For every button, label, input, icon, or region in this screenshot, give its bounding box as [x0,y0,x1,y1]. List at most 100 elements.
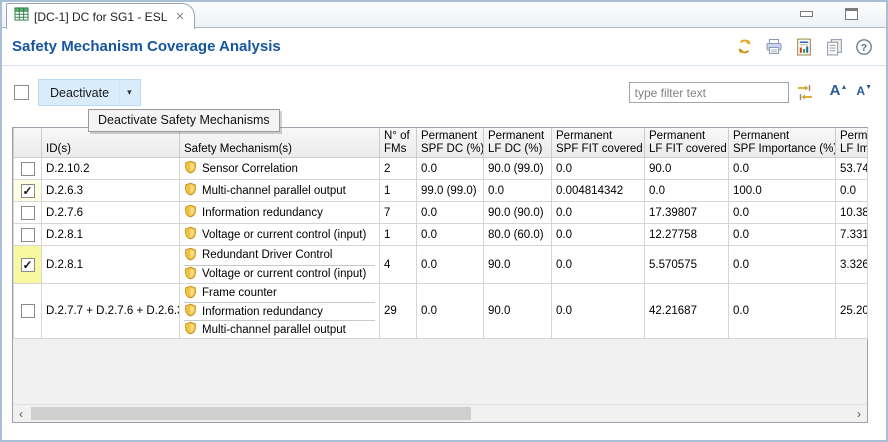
tab-close-icon[interactable]: ✕ [175,10,184,23]
lf-fit-cell: 0.0 [645,180,729,202]
mechanisms-cell: Redundant Driver Control Voltage or curr… [180,246,380,284]
vertical-scrollbar-track[interactable] [874,127,882,423]
mechanisms-cell: Frame counter Information redundancy Mul… [180,284,380,339]
col-header-mechanisms[interactable]: Safety Mechanism(s) [180,128,380,158]
spf-importance-cell: 0.0 [729,202,836,224]
filter-input[interactable] [629,82,789,103]
col-header-lf-fit[interactable]: PermanentLF FIT covered [645,128,729,158]
spf-dc-cell: 0.0 [417,284,484,339]
row-checkbox[interactable]: ✓ [21,184,35,198]
mechanism-label: Sensor Correlation [202,163,298,175]
fms-cell: 1 [380,224,417,246]
table-row[interactable]: ✓ D.2.7.6 Information redundancy 7 0.0 9… [14,202,868,224]
deactivate-button[interactable]: Deactivate ▾ [38,79,141,106]
id-cell: D.2.7.6 [42,202,180,224]
scrollbar-thumb[interactable] [31,407,471,420]
id-cell: D.2.10.2 [42,158,180,180]
fms-cell: 4 [380,246,417,284]
mechanism-label: Multi-channel parallel output [202,324,346,336]
maximize-view-icon[interactable] [845,8,858,20]
minimize-view-icon[interactable] [800,11,813,17]
row-checkbox[interactable]: ✓ [21,258,35,272]
shield-icon [184,247,197,264]
horizontal-scrollbar[interactable]: ‹ › [13,404,867,422]
shield-icon [184,285,197,302]
row-checkbox[interactable]: ✓ [21,304,35,318]
col-header-spf-importance[interactable]: PermanentSPF Importance (%) [729,128,836,158]
spf-fit-cell: 0.004814342 [552,180,645,202]
table-row[interactable]: ✓ D.2.8.1 Redundant Driver Control Volta… [14,246,868,284]
row-checkbox[interactable]: ✓ [21,162,35,176]
header-row: ID(s) Safety Mechanism(s) N° ofFMs Perma… [14,128,868,158]
col-header-ids[interactable]: ID(s) [42,128,180,158]
table-icon [14,7,29,26]
mechanism-label: Multi-channel parallel output [202,185,346,197]
shield-icon [184,266,197,283]
page-title: Safety Mechanism Coverage Analysis [12,38,281,55]
table-row[interactable]: ✓ D.2.10.2 Sensor Correlation 2 0.0 90.0… [14,158,868,180]
fms-cell: 2 [380,158,417,180]
deactivate-tooltip: Deactivate Safety Mechanisms [88,109,280,132]
id-cell: D.2.6.3 [42,180,180,202]
col-header-lf-dc[interactable]: PermanentLF DC (%) [484,128,552,158]
coverage-table: ID(s) Safety Mechanism(s) N° ofFMs Perma… [13,128,868,339]
lf-dc-cell: 80.0 (60.0) [484,224,552,246]
lf-dc-cell: 90.0 [484,246,552,284]
help-icon[interactable]: ? [854,37,874,57]
mechanism-label: Voltage or current control (input) [202,268,366,280]
mechanisms-cell: Sensor Correlation [180,158,380,180]
lf-dc-cell: 0.0 [484,180,552,202]
tab-dc-analysis[interactable]: [DC-1] DC for SG1 - ESL ✕ [6,3,195,29]
font-increase-icon[interactable]: A▲ [830,82,848,99]
scroll-left-icon[interactable]: ‹ [13,405,29,423]
lf-fit-cell: 42.21687 [645,284,729,339]
filter-settings-icon[interactable] [796,84,814,106]
table-row[interactable]: ✓ D.2.8.1 Voltage or current control (in… [14,224,868,246]
col-header-fms[interactable]: N° ofFMs [380,128,417,158]
mechanisms-cell: Multi-channel parallel output [180,180,380,202]
lf-fit-cell: 12.27758 [645,224,729,246]
print-icon[interactable] [764,37,784,57]
lf-dc-cell: 90.0 (99.0) [484,158,552,180]
shield-icon [184,321,197,338]
spf-dc-cell: 0.0 [417,224,484,246]
col-header-spf-dc[interactable]: PermanentSPF DC (%) [417,128,484,158]
spf-fit-cell: 0.0 [552,224,645,246]
spf-dc-cell: 0.0 [417,202,484,224]
font-decrease-icon[interactable]: A▼ [856,84,872,98]
spf-fit-cell: 0.0 [552,202,645,224]
shield-icon [184,226,197,243]
lf-fit-cell: 17.39807 [645,202,729,224]
copy-icon[interactable] [824,37,844,57]
report-icon[interactable] [794,37,814,57]
lf-importance-cell: 7.331 [836,224,868,246]
row-checkbox[interactable]: ✓ [21,206,35,220]
svg-text:?: ? [861,42,867,54]
view-header: Safety Mechanism Coverage Analysis [2,28,886,66]
tab-title: [DC-1] DC for SG1 - ESL [34,10,167,24]
lf-importance-cell: 25.20 [836,284,868,339]
spf-importance-cell: 100.0 [729,180,836,202]
spf-importance-cell: 0.0 [729,158,836,180]
deactivate-checkbox[interactable]: ✓ [14,85,29,100]
deactivate-button-label: Deactivate [39,86,119,100]
scroll-right-icon[interactable]: › [851,405,867,423]
fms-cell: 29 [380,284,417,339]
spf-importance-cell: 0.0 [729,224,836,246]
table-row[interactable]: ✓ D.2.7.7 + D.2.7.6 + D.2.6.3 Frame coun… [14,284,868,339]
col-header-lf-importance[interactable]: PermanentLF Importance (%) [836,128,868,158]
col-header-checkbox[interactable] [14,128,42,158]
mechanism-label: Information redundancy [202,306,323,318]
id-cell: D.2.8.1 [42,224,180,246]
deactivate-dropdown-arrow[interactable]: ▾ [119,80,140,105]
id-cell: D.2.7.7 + D.2.7.6 + D.2.6.3 [42,284,180,339]
mechanism-label: Information redundancy [202,207,323,219]
spf-fit-cell: 0.0 [552,246,645,284]
lf-dc-cell: 90.0 (90.0) [484,202,552,224]
refresh-icon[interactable] [734,37,754,57]
lf-fit-cell: 90.0 [645,158,729,180]
table-row[interactable]: ✓ D.2.6.3 Multi-channel parallel output … [14,180,868,202]
mechanisms-cell: Voltage or current control (input) [180,224,380,246]
row-checkbox[interactable]: ✓ [21,228,35,242]
col-header-spf-fit[interactable]: PermanentSPF FIT covered [552,128,645,158]
